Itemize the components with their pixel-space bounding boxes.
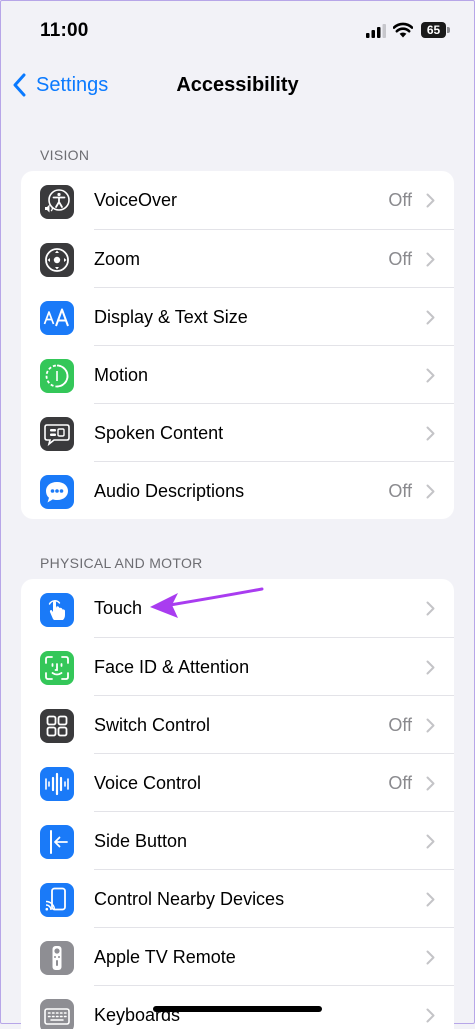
row-label: Audio Descriptions	[94, 480, 245, 501]
physical-motor-group: Touch Face ID & Attention Switch Control…	[21, 579, 454, 1029]
chevron-right-icon	[426, 252, 435, 266]
status-bar: 11:00 65	[0, 0, 475, 62]
home-indicator	[153, 1006, 322, 1012]
chevron-right-icon	[426, 1008, 435, 1022]
row-label: Control Nearby Devices	[94, 888, 285, 909]
row-audio-descriptions[interactable]: Audio Descriptions Off	[21, 461, 454, 519]
side-button-icon	[40, 825, 74, 859]
row-value: Off	[388, 189, 412, 210]
chevron-right-icon	[426, 776, 435, 790]
row-label: Switch Control	[94, 714, 211, 735]
battery-level: 65	[421, 22, 446, 38]
text-size-icon	[40, 301, 74, 335]
chevron-right-icon	[426, 718, 435, 732]
row-apple-tv-remote[interactable]: Apple TV Remote	[21, 927, 454, 985]
row-spoken-content[interactable]: Spoken Content	[21, 403, 454, 461]
row-control-nearby-devices[interactable]: Control Nearby Devices	[21, 869, 454, 927]
vision-group: VoiceOver Off Zoom Off Display & Text Si…	[21, 171, 454, 519]
chevron-right-icon	[426, 950, 435, 964]
row-zoom[interactable]: Zoom Off	[21, 229, 454, 287]
row-voiceover[interactable]: VoiceOver Off	[21, 171, 454, 229]
row-display-text-size[interactable]: Display & Text Size	[21, 287, 454, 345]
chevron-right-icon	[426, 660, 435, 674]
row-label: VoiceOver	[94, 189, 178, 210]
row-label: Display & Text Size	[94, 306, 248, 327]
row-label: Zoom	[94, 248, 141, 269]
nearby-devices-icon	[40, 883, 74, 917]
row-label: Motion	[94, 364, 149, 385]
audio-descriptions-icon	[40, 475, 74, 509]
chevron-right-icon	[426, 426, 435, 440]
row-label: Face ID & Attention	[94, 656, 250, 677]
chevron-right-icon	[426, 834, 435, 848]
chevron-right-icon	[426, 484, 435, 498]
row-label: Voice Control	[94, 772, 202, 793]
chevron-right-icon	[426, 193, 435, 207]
voice-control-icon	[40, 767, 74, 801]
chevron-right-icon	[426, 368, 435, 382]
row-side-button[interactable]: Side Button	[21, 811, 454, 869]
chevron-right-icon	[426, 601, 435, 615]
touch-icon	[40, 593, 74, 627]
chevron-right-icon	[426, 892, 435, 906]
row-switch-control[interactable]: Switch Control Off	[21, 695, 454, 753]
row-face-id-attention[interactable]: Face ID & Attention	[21, 637, 454, 695]
section-header-physical-motor: PHYSICAL AND MOTOR	[40, 555, 203, 571]
navigation-bar: Settings Accessibility	[0, 62, 475, 110]
annotation-arrow-icon	[150, 587, 264, 618]
motion-icon	[40, 359, 74, 393]
tv-remote-icon	[40, 941, 74, 975]
row-label: Apple TV Remote	[94, 946, 236, 967]
row-voice-control[interactable]: Voice Control Off	[21, 753, 454, 811]
face-id-icon	[40, 651, 74, 685]
page-title: Accessibility	[176, 74, 299, 96]
zoom-icon	[40, 243, 74, 277]
section-header-vision: VISION	[40, 147, 90, 163]
row-value: Off	[388, 480, 412, 501]
voiceover-icon	[40, 185, 74, 219]
battery-icon: 65	[421, 22, 451, 39]
row-value: Off	[388, 248, 412, 269]
row-value: Off	[388, 714, 412, 735]
row-label: Spoken Content	[94, 422, 224, 443]
row-label: Side Button	[94, 830, 188, 851]
row-value: Off	[388, 772, 412, 793]
switch-control-icon	[40, 709, 74, 743]
spoken-content-icon	[40, 417, 74, 451]
cellular-signal-icon	[366, 24, 386, 38]
keyboard-icon	[40, 999, 74, 1029]
chevron-right-icon	[426, 310, 435, 324]
row-motion[interactable]: Motion	[21, 345, 454, 403]
wifi-icon	[393, 22, 413, 38]
status-time: 11:00	[40, 20, 89, 41]
